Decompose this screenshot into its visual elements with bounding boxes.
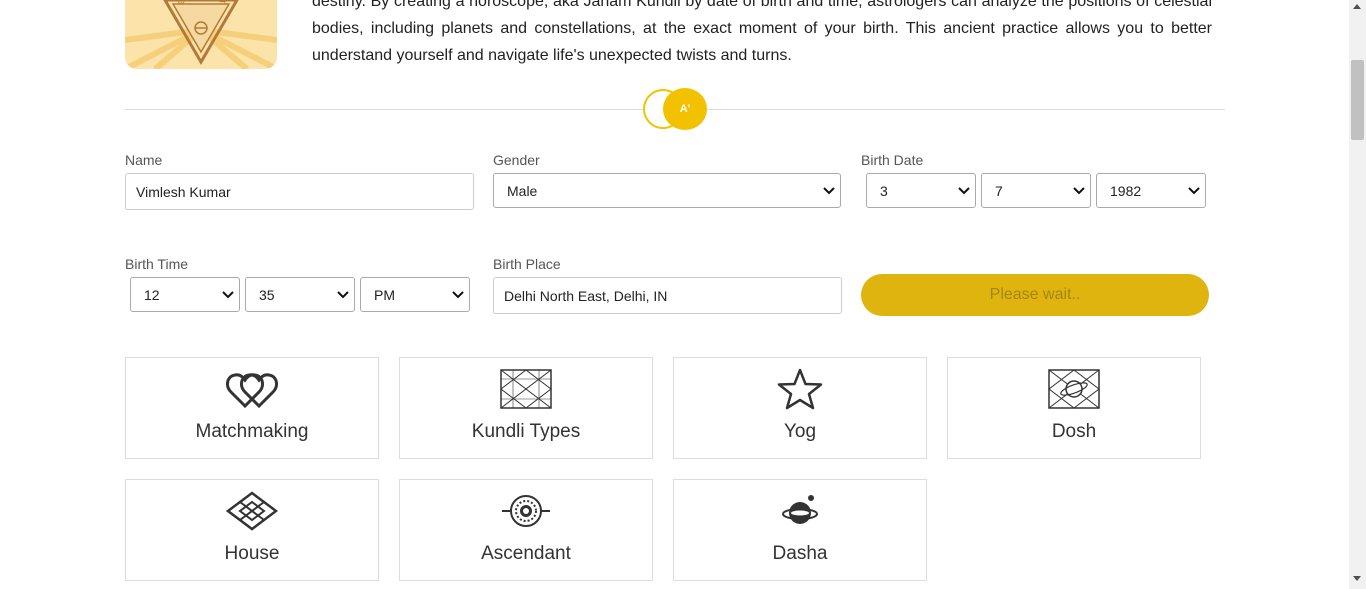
birth-time-label: Birth Time	[125, 256, 189, 272]
intro-paragraph: destiny. By creating a horoscope, aka Ja…	[312, 0, 1212, 64]
birth-place-value: Delhi North East, Delhi, IN	[504, 287, 668, 304]
card-dasha[interactable]: Dasha	[673, 479, 927, 581]
submit-button-label: Please wait..	[989, 286, 1081, 303]
card-dosh[interactable]: Dosh	[947, 357, 1201, 459]
chevron-down-icon	[1183, 174, 1205, 207]
chevron-down-icon	[818, 174, 840, 207]
name-label: Name	[125, 152, 163, 168]
vertical-scrollbar[interactable]	[1349, 0, 1366, 589]
chevron-down-icon	[1068, 174, 1090, 207]
svg-text:⊕: ⊕	[177, 0, 185, 7]
badge-text: A'	[679, 103, 691, 115]
birth-minute-value: 35	[259, 286, 275, 303]
birth-date-label: Birth Date	[861, 152, 924, 168]
name-input[interactable]: Vimlesh Kumar	[125, 173, 474, 210]
birth-hour-value: 12	[144, 286, 160, 303]
scrollbar-thumb[interactable]	[1351, 60, 1364, 140]
gender-label: Gender	[493, 152, 540, 168]
scroll-up-arrow-icon[interactable]	[1353, 4, 1361, 9]
scroll-down-arrow-icon[interactable]	[1353, 576, 1361, 581]
card-ascendant[interactable]: Ascendant	[399, 479, 653, 581]
birth-ampm-value: PM	[374, 286, 395, 303]
birth-day-value: 3	[880, 182, 888, 199]
planet-grid-icon	[948, 368, 1200, 410]
linked-hearts-icon	[126, 368, 378, 410]
star-icon	[674, 368, 926, 410]
birth-ampm-select[interactable]: PM	[360, 277, 470, 312]
card-label: Ascendant	[481, 543, 571, 564]
page: ⊕ ♃ destiny. By creating a horoscope, ak…	[0, 0, 1349, 589]
chevron-down-icon	[332, 278, 354, 311]
name-input-value: Vimlesh Kumar	[136, 183, 231, 200]
gender-select[interactable]: Male	[493, 173, 841, 208]
card-yog[interactable]: Yog	[673, 357, 927, 459]
chevron-down-icon	[447, 278, 469, 311]
chevron-down-icon	[953, 174, 975, 207]
card-kundli-types[interactable]: Kundli Types	[399, 357, 653, 459]
birth-year-value: 1982	[1110, 182, 1142, 199]
birth-hour-select[interactable]: 12	[130, 277, 240, 312]
svg-text:♃: ♃	[218, 0, 227, 7]
card-matchmaking[interactable]: Matchmaking	[125, 357, 379, 459]
birth-day-select[interactable]: 3	[866, 173, 976, 208]
card-label: Matchmaking	[195, 421, 309, 442]
birth-year-select[interactable]: 1982	[1096, 173, 1206, 208]
card-label: House	[224, 543, 280, 564]
gender-select-value: Male	[507, 182, 538, 199]
card-house[interactable]: House	[125, 479, 379, 581]
birth-month-select[interactable]: 7	[981, 173, 1091, 208]
card-label: Dosh	[1051, 421, 1097, 442]
card-label: Kundli Types	[471, 421, 581, 442]
birth-place-label: Birth Place	[493, 256, 561, 272]
card-label: Dasha	[772, 543, 828, 564]
birth-minute-select[interactable]: 35	[245, 277, 355, 312]
planet-icon	[674, 490, 926, 532]
card-label: Yog	[783, 421, 817, 442]
ascendant-icon	[400, 490, 652, 532]
diamond-house-icon	[126, 490, 378, 532]
chevron-down-icon	[217, 278, 239, 311]
kundli-grid-icon	[400, 368, 652, 410]
submit-button[interactable]: Please wait..	[861, 274, 1209, 316]
birth-place-input[interactable]: Delhi North East, Delhi, IN	[493, 277, 842, 314]
birth-month-value: 7	[995, 182, 1003, 199]
zodiac-illustration: ⊕ ♃	[125, 0, 277, 69]
section-badge: A'	[663, 88, 707, 130]
